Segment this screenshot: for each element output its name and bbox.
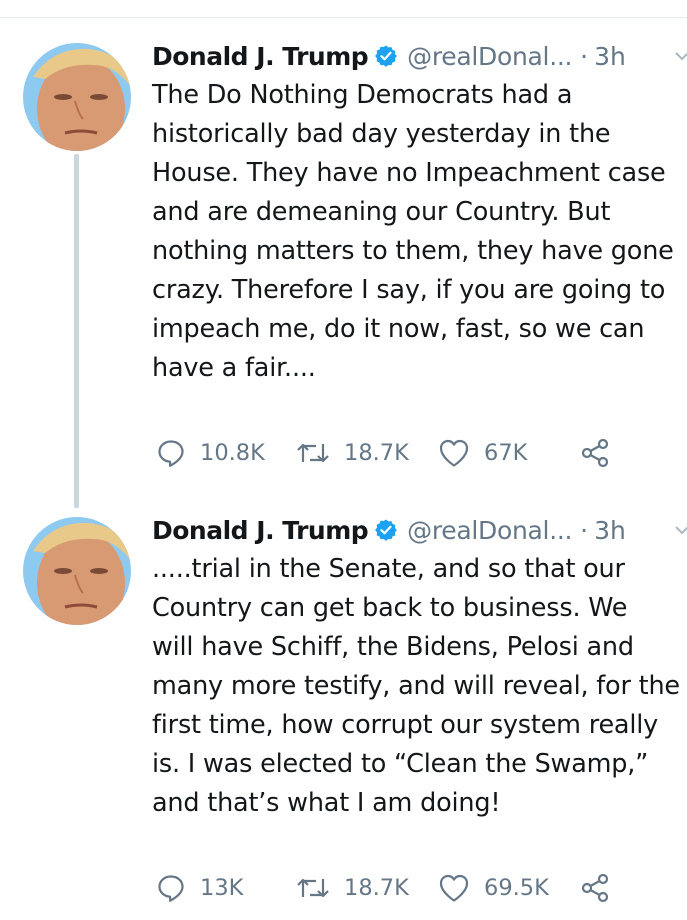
tweet-header: Donald J. Trump @realDonal... · 3h: [152, 513, 687, 547]
tweet-text-line: The Do Nothing Democrats had a: [152, 80, 573, 110]
separator-dot: ·: [580, 515, 589, 545]
tweet-text-line: Country can get back to business. We: [152, 593, 628, 623]
tweet-text: .....trial in the Senate, and so that ou…: [152, 550, 687, 823]
verified-badge-icon: [375, 45, 398, 67]
avatar-photo-image: [23, 517, 131, 625]
reply-button[interactable]: 13K: [156, 868, 243, 908]
reply-count: 10.8K: [200, 440, 265, 466]
tweet-text-line: crazy. Therefore I say, if you are going…: [152, 275, 666, 305]
timestamp[interactable]: 3h: [594, 516, 626, 545]
share-button[interactable]: [579, 868, 611, 908]
reply-bubble-icon: [158, 875, 184, 902]
reply-count: 13K: [200, 875, 244, 901]
author-handle[interactable]: @realDonal...: [407, 516, 572, 545]
tweet-header: Donald J. Trump @realDonal... · 3h: [152, 39, 687, 73]
avatar[interactable]: [23, 517, 131, 625]
thread-connector-line: [74, 154, 79, 508]
like-button[interactable]: 67K: [438, 433, 527, 473]
tweet-text-line: impeach me, do it now, fast, so we can: [152, 314, 645, 344]
reply-button[interactable]: 10.8K: [156, 433, 265, 473]
tweet-text-line: nothing matters to them, they have gone: [152, 236, 674, 266]
top-divider: [0, 17, 687, 18]
like-count: 67K: [484, 440, 528, 466]
retweet-button[interactable]: 18.7K: [296, 433, 409, 473]
retweet-count: 18.7K: [344, 440, 409, 466]
share-button[interactable]: [579, 433, 611, 473]
tweet-text-line: is. I was elected to “Clean the Swamp,”: [152, 749, 649, 779]
chevron-down-icon[interactable]: [673, 47, 687, 65]
tweet-text-line: .....trial in the Senate, and so that ou…: [152, 554, 625, 584]
author-name[interactable]: Donald J. Trump: [152, 516, 369, 545]
tweet-actions: 10.8K 18.7K 67K: [152, 433, 687, 473]
timestamp[interactable]: 3h: [594, 42, 626, 71]
avatar[interactable]: [23, 43, 131, 151]
chevron-down-icon[interactable]: [673, 521, 687, 539]
tweet-text-line: many more testify, and will reveal, for …: [152, 671, 680, 701]
tweet-text-line: historically bad day yesterday in the: [152, 119, 611, 149]
avatar-photo-image: [23, 43, 131, 151]
like-button[interactable]: 69.5K: [438, 868, 549, 908]
reply-bubble-icon: [158, 440, 184, 467]
author-name[interactable]: Donald J. Trump: [152, 42, 369, 71]
author-handle[interactable]: @realDonal...: [407, 42, 572, 71]
retweet-icon: [297, 878, 329, 898]
retweet-button[interactable]: 18.7K: [296, 868, 409, 908]
like-count: 69.5K: [484, 875, 549, 901]
tweet-text: The Do Nothing Democrats had a historica…: [152, 76, 687, 388]
tweet-text-line: have a fair....: [152, 353, 316, 383]
tweet-text-line: and that’s what I am doing!: [152, 788, 501, 818]
tweet-text-line: House. They have no Impeachment case: [152, 158, 666, 188]
share-icon: [581, 438, 609, 468]
tweet-text-line: first time, how corrupt our system reall…: [152, 710, 659, 740]
heart-icon: [439, 874, 469, 902]
retweet-icon: [297, 443, 329, 463]
verified-badge-icon: [375, 519, 398, 541]
retweet-count: 18.7K: [344, 875, 409, 901]
share-icon: [581, 873, 609, 903]
separator-dot: ·: [580, 41, 589, 71]
heart-icon: [439, 439, 469, 467]
tweet-actions: 13K 18.7K 69.5K: [152, 868, 687, 908]
tweet-text-line: will have Schiff, the Bidens, Pelosi and: [152, 632, 634, 662]
tweet-text-line: and are demeaning our Country. But: [152, 197, 611, 227]
